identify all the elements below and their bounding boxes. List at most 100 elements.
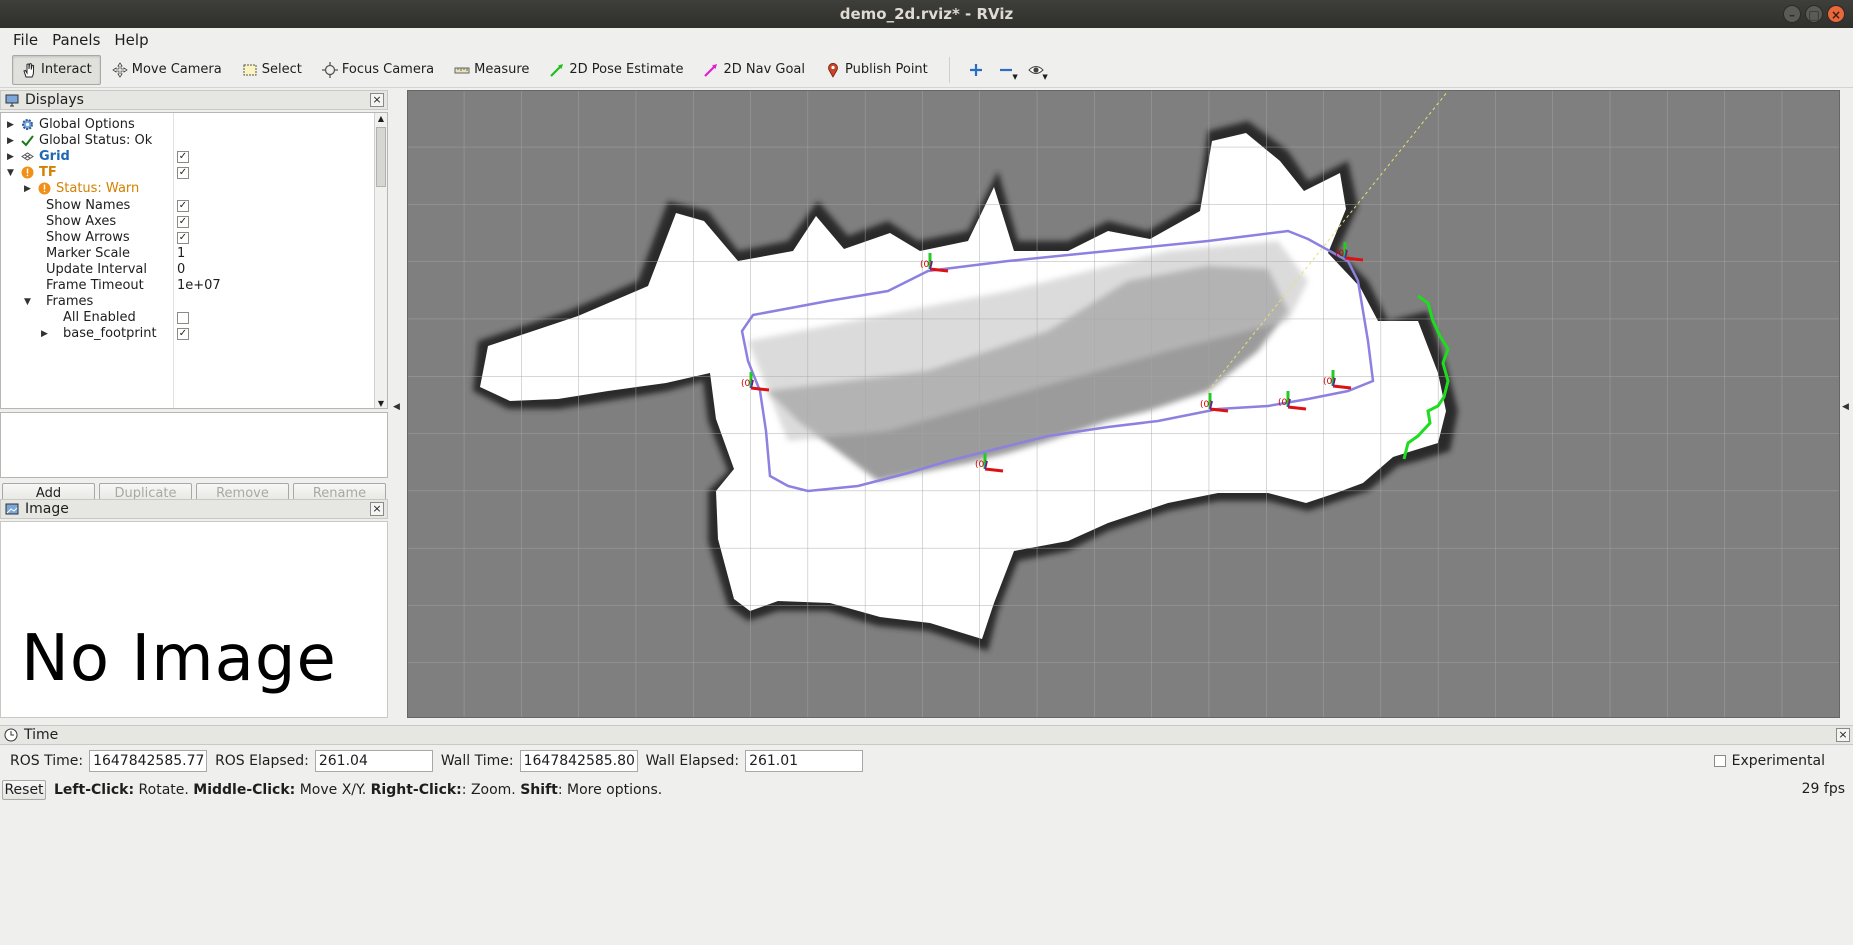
display-tree-row[interactable]: All Enabled [1, 310, 373, 326]
display-enable-checkbox[interactable]: ✓ [177, 167, 189, 180]
display-enable-checkbox[interactable]: ✓ [177, 231, 189, 244]
display-tree-row[interactable]: ▶ base_footprint ✓ [1, 326, 373, 342]
render-view[interactable]: (0) (0) (0) (0) (0) (0) (0) [407, 90, 1840, 718]
image-icon [5, 503, 19, 515]
right-splitter-handle[interactable]: ◀ [1840, 90, 1853, 718]
expand-right-arrow-icon[interactable]: ▶ [7, 117, 17, 133]
display-tree-label: Frame Timeout [46, 278, 144, 293]
grid-overlay [408, 91, 1839, 717]
collapse-right-arrow-icon[interactable]: ◀ [1842, 402, 1849, 412]
close-window-button[interactable]: × [1827, 5, 1845, 23]
property-value[interactable]: 0 [177, 262, 185, 278]
move-camera-icon [112, 61, 128, 78]
tf-frame-name: (0) [1323, 377, 1336, 387]
menu-file[interactable]: File [6, 28, 45, 52]
display-enable-checkbox[interactable] [177, 312, 189, 325]
menu-help[interactable]: Help [107, 28, 155, 52]
display-tree-row[interactable]: Show Arrows ✓ [1, 230, 373, 246]
display-tree-row[interactable]: ▶ Global Options [1, 117, 373, 133]
scroll-down-arrow-icon[interactable]: ▼ [375, 398, 387, 408]
no-image-placeholder: No Image [21, 622, 337, 696]
experimental-checkbox-box[interactable] [1713, 755, 1726, 767]
add-tool-button[interactable] [962, 55, 990, 85]
expand-right-arrow-icon[interactable]: ▶ [7, 133, 17, 149]
wall-time-field[interactable]: 1647842585.80 [519, 750, 638, 772]
time-close-button[interactable]: × [1836, 728, 1850, 742]
view-tool-button[interactable]: ▼ [1022, 55, 1050, 85]
nav-goal-tool-button[interactable]: 2D Nav Goal [694, 55, 814, 85]
collapse-left-arrow-icon[interactable]: ◀ [393, 402, 400, 412]
maximize-button[interactable]: □ [1805, 5, 1823, 23]
map-canvas[interactable]: (0) (0) (0) (0) (0) (0) (0) [408, 91, 1840, 718]
chevron-down-icon: ▼ [1042, 72, 1048, 81]
select-tool-button[interactable]: Select [233, 55, 311, 85]
display-tree-row[interactable]: ▼ Frames [1, 294, 373, 310]
tf-frame-name: (0) [920, 260, 933, 270]
scrollbar-thumb[interactable] [376, 127, 386, 187]
expand-right-arrow-icon[interactable]: ▶ [24, 181, 34, 197]
display-tree-label: Status: Warn [56, 181, 140, 197]
displays-close-button[interactable]: × [370, 93, 384, 107]
expand-down-arrow-icon[interactable]: ▼ [7, 165, 17, 181]
reset-button[interactable]: Reset [2, 780, 46, 800]
wall-elapsed-label: Wall Elapsed: [645, 753, 740, 769]
display-enable-checkbox[interactable]: ✓ [177, 328, 189, 341]
property-value[interactable]: 1 [177, 246, 185, 262]
map-pin-icon [828, 62, 838, 78]
display-tree-row[interactable]: ▶ Status: Warn [1, 181, 373, 197]
time-panel: Time × ROS Time: 1647842585.77 ROS Elaps… [0, 725, 1853, 779]
select-icon [243, 64, 257, 75]
expand-right-arrow-icon[interactable]: ▶ [7, 149, 17, 165]
move-camera-tool-button[interactable]: Move Camera [103, 55, 231, 85]
tf-frame-name: (0) [1335, 249, 1348, 259]
display-tree-row[interactable]: ▼ TF ✓ [1, 165, 373, 181]
pose-estimate-tool-button[interactable]: 2D Pose Estimate [540, 55, 692, 85]
display-tree-label: Marker Scale [46, 245, 131, 261]
displays-tree[interactable]: ▶ Global Options ▶ Global Status: Ok ▶ Grid ✓ ▼… [0, 112, 388, 409]
tf-frame-name: (0) [1200, 400, 1213, 410]
window-titlebar: demo_2d.rviz* - RViz – □ × [0, 0, 1853, 28]
display-tree-row[interactable]: Show Axes ✓ [1, 214, 373, 230]
property-value[interactable]: 1e+07 [177, 278, 221, 294]
minimize-button[interactable]: – [1783, 5, 1801, 23]
display-tree-row[interactable]: Marker Scale 1 [1, 246, 373, 262]
display-enable-checkbox[interactable]: ✓ [177, 215, 189, 228]
wall-elapsed-field[interactable]: 261.01 [745, 750, 864, 772]
toolbar-separator [948, 56, 950, 83]
display-tree-row[interactable]: Show Names ✓ [1, 198, 373, 214]
remove-tool-button[interactable]: ▼ [992, 55, 1020, 85]
display-description-box [0, 412, 388, 478]
status-bar: Reset Left-Click: Rotate. Middle-Click: … [0, 779, 1853, 801]
display-tree-label: Frames [46, 294, 94, 310]
scroll-up-arrow-icon[interactable]: ▲ [375, 113, 387, 125]
image-close-button[interactable]: × [370, 502, 384, 516]
experimental-checkbox[interactable]: Experimental [1713, 753, 1825, 769]
window-title: demo_2d.rviz* - RViz [839, 5, 1014, 23]
hand-icon [23, 62, 35, 77]
display-enable-checkbox[interactable]: ✓ [177, 151, 189, 164]
menu-panels[interactable]: Panels [45, 28, 107, 52]
measure-tool-button[interactable]: Measure [445, 55, 538, 85]
display-tree-row[interactable]: ▶ Global Status: Ok [1, 133, 373, 149]
ros-time-field[interactable]: 1647842585.77 [89, 750, 208, 772]
ros-elapsed-field[interactable]: 261.04 [314, 750, 433, 772]
display-tree-row[interactable]: Update Interval 0 [1, 262, 373, 278]
display-enable-checkbox[interactable]: ✓ [177, 199, 189, 212]
left-splitter-handle[interactable]: ◀ [388, 90, 406, 718]
image-panel-header: Image × [0, 499, 388, 519]
publish-point-tool-button[interactable]: Publish Point [816, 55, 937, 85]
interact-tool-button[interactable]: Interact [12, 54, 101, 85]
focus-camera-tool-button[interactable]: Focus Camera [313, 55, 443, 85]
expand-right-arrow-icon[interactable]: ▶ [41, 326, 51, 342]
expand-down-arrow-icon[interactable]: ▼ [24, 294, 34, 310]
displays-panel-title: Displays [25, 92, 84, 108]
time-panel-header: Time × [0, 725, 1853, 745]
nav-goal-arrow-magenta-icon [704, 63, 718, 77]
display-tree-label: Global Options [39, 117, 135, 132]
pose-arrow-green-icon [550, 63, 564, 77]
tools-toolbar: Interact Move Camera Select Focus Camera… [0, 52, 1853, 88]
display-tree-row[interactable]: ▶ Grid ✓ [1, 149, 373, 165]
tree-scrollbar[interactable]: ▲ ▼ [374, 113, 387, 408]
ros-elapsed-label: ROS Elapsed: [215, 753, 309, 769]
display-tree-row[interactable]: Frame Timeout 1e+07 [1, 278, 373, 294]
